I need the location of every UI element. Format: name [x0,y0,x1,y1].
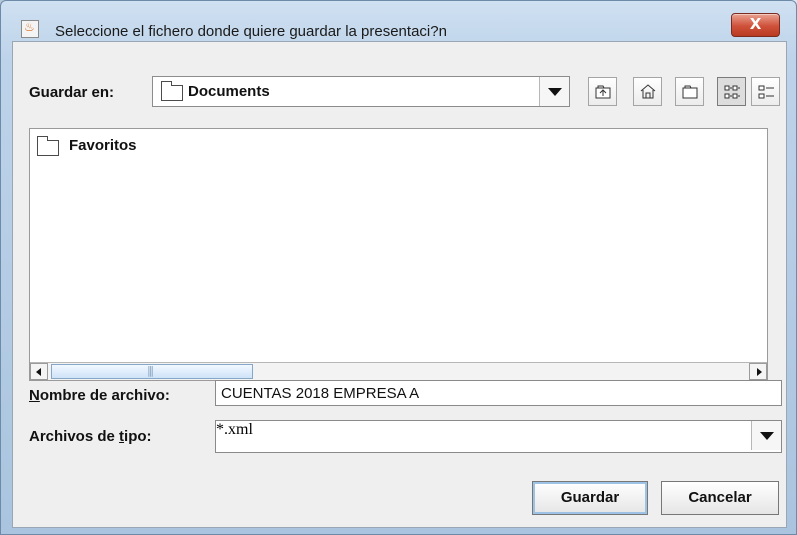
new-folder-icon [682,85,698,99]
java-icon [21,20,39,38]
file-type-label: Archivos de tipo: [29,428,152,445]
close-button[interactable]: X [731,13,780,37]
list-item[interactable]: Favoritos [37,136,167,157]
file-type-value: *.xml [216,421,253,438]
save-in-combo[interactable]: Documents [152,76,570,107]
file-list[interactable]: Favoritos [29,128,768,381]
new-folder-button[interactable] [675,77,704,106]
scroll-right-button[interactable] [749,363,767,380]
title-bar: Seleccione el fichero donde quiere guard… [9,13,788,41]
up-folder-button[interactable] [588,77,617,106]
list-view-icon [724,85,740,99]
file-name-label: Nombre de archivo: [29,387,170,404]
scrollbar-thumb[interactable] [51,364,253,379]
horizontal-scrollbar[interactable] [30,362,767,380]
details-view-button[interactable] [751,77,780,106]
save-in-value: Documents [188,83,270,100]
window-title: Seleccione el fichero donde quiere guard… [55,23,447,40]
save-dialog-window: Seleccione el fichero donde quiere guard… [0,0,797,535]
home-icon [640,84,656,99]
save-button[interactable]: Guardar [532,481,648,515]
file-name-label-text: ombre de archivo: [39,387,170,404]
file-type-label-start: Archivos de [29,428,120,445]
home-button[interactable] [633,77,662,106]
chevron-down-icon[interactable] [539,77,569,106]
file-name-label-mnemonic: N [29,387,40,404]
chevron-down-icon[interactable] [751,421,781,450]
file-item-label: Favoritos [69,137,137,154]
folder-icon [37,136,59,156]
file-name-input[interactable]: CUENTAS 2018 EMPRESA A [215,380,782,406]
file-type-combo[interactable]: *.xml [215,420,782,453]
dialog-body: Guardar en: Documents Favoritos ||| Nomb… [12,41,787,528]
folder-icon [161,81,183,101]
up-folder-icon [595,85,611,99]
save-in-label: Guardar en: [29,84,115,101]
list-view-button[interactable] [717,77,746,106]
file-type-label-end: ipo: [124,428,152,445]
details-view-icon [758,85,774,99]
scroll-left-button[interactable] [30,363,48,380]
cancel-button[interactable]: Cancelar [661,481,779,515]
